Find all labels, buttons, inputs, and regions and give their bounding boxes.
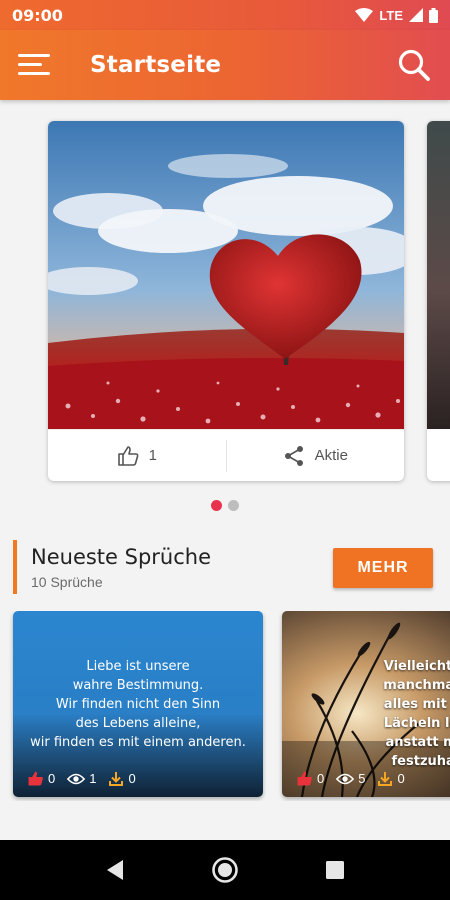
featured-carousel[interactable]: 1 Aktie (0, 100, 450, 520)
share-icon (284, 445, 303, 466)
quote-line: wahre Bestimmung. (72, 678, 204, 693)
like-count: 0 (48, 771, 56, 786)
like-count: 0 (317, 771, 325, 786)
view-count: 5 (358, 771, 366, 786)
quote-stats: 0 5 0 (296, 770, 405, 787)
view-count: 1 (89, 771, 97, 786)
featured-image[interactable] (48, 121, 404, 429)
quote-card[interactable]: Liebe ist unsere wahre Bestimmung. Wir f… (13, 611, 263, 797)
quote-views: 1 (67, 771, 96, 786)
battery-icon (429, 7, 438, 23)
quote-line: Liebe ist unsere (86, 659, 190, 674)
status-icons: LTE (355, 7, 438, 23)
signal-icon (409, 8, 423, 22)
latest-quotes-header: Neueste Sprüche 10 Sprüche MEHR (0, 538, 450, 598)
quote-likes[interactable]: 0 (27, 770, 55, 787)
home-icon (212, 857, 238, 883)
status-time: 09:00 (12, 5, 63, 25)
quote-text: Vielleicht ist es manchmal bess alles mi… (340, 657, 450, 771)
section-title: Neueste Sprüche (31, 545, 212, 569)
status-bar: 09:00 LTE (0, 0, 450, 30)
featured-card[interactable]: 1 Aktie (48, 121, 404, 481)
section-accent-bar (13, 540, 17, 594)
network-type: LTE (379, 7, 403, 23)
next-card-image[interactable] (427, 121, 450, 429)
section-subtitle: 10 Sprüche (31, 574, 103, 590)
home-button[interactable] (205, 850, 245, 890)
download-icon (378, 771, 393, 786)
carousel-indicator (0, 500, 450, 511)
quote-card[interactable]: Vielleicht ist es manchmal bess alles mi… (282, 611, 450, 797)
thumbs-up-icon (297, 771, 312, 786)
thumbs-up-icon (28, 771, 43, 786)
wifi-icon (355, 8, 374, 22)
back-icon (107, 860, 123, 880)
recents-icon (326, 861, 344, 879)
quotes-row[interactable]: Liebe ist unsere wahre Bestimmung. Wir f… (0, 611, 450, 801)
like-count: 1 (148, 447, 157, 464)
app-bar: Startseite (0, 30, 450, 100)
quote-downloads[interactable]: 0 (377, 771, 405, 787)
quote-text: Liebe ist unsere wahre Bestimmung. Wir f… (13, 657, 263, 752)
quote-line: wir finden es mit einem anderen. (30, 735, 246, 750)
quote-line: festzuhalten. (391, 754, 450, 769)
carousel-dot-1[interactable] (211, 500, 222, 511)
download-count: 0 (128, 771, 136, 786)
recents-button[interactable] (315, 850, 355, 890)
search-icon[interactable] (396, 47, 432, 83)
quote-line: alles mit einem (383, 697, 450, 712)
quote-line: Vielleicht ist es (383, 659, 450, 674)
card-actions: 1 Aktie (48, 429, 404, 481)
quote-views: 5 (336, 771, 365, 786)
quote-line: anstatt mit Trä (385, 735, 450, 750)
quote-stats: 0 1 0 (27, 770, 136, 787)
thumbs-up-icon (117, 445, 138, 466)
menu-icon[interactable] (18, 52, 52, 78)
like-button[interactable]: 1 (48, 445, 226, 467)
quote-downloads[interactable]: 0 (108, 771, 136, 787)
share-button[interactable]: Aktie (227, 445, 405, 467)
eye-icon (67, 773, 86, 784)
more-button[interactable]: MEHR (333, 548, 433, 588)
quote-likes[interactable]: 0 (296, 770, 324, 787)
quote-line: Lächeln loszula (383, 716, 450, 731)
back-button[interactable] (95, 850, 135, 890)
system-navigation-bar (0, 840, 450, 900)
share-label: Aktie (314, 447, 348, 464)
download-count: 0 (397, 771, 405, 786)
quote-line: Wir finden nicht den Sinn (55, 697, 221, 712)
page-title: Startseite (90, 52, 222, 78)
quote-line: des Lebens alleine, (75, 716, 201, 731)
carousel-dot-2[interactable] (228, 500, 239, 511)
download-icon (109, 771, 124, 786)
quote-line: manchmal bess (383, 678, 450, 693)
eye-icon (336, 773, 355, 784)
next-card-preview[interactable] (427, 121, 450, 481)
